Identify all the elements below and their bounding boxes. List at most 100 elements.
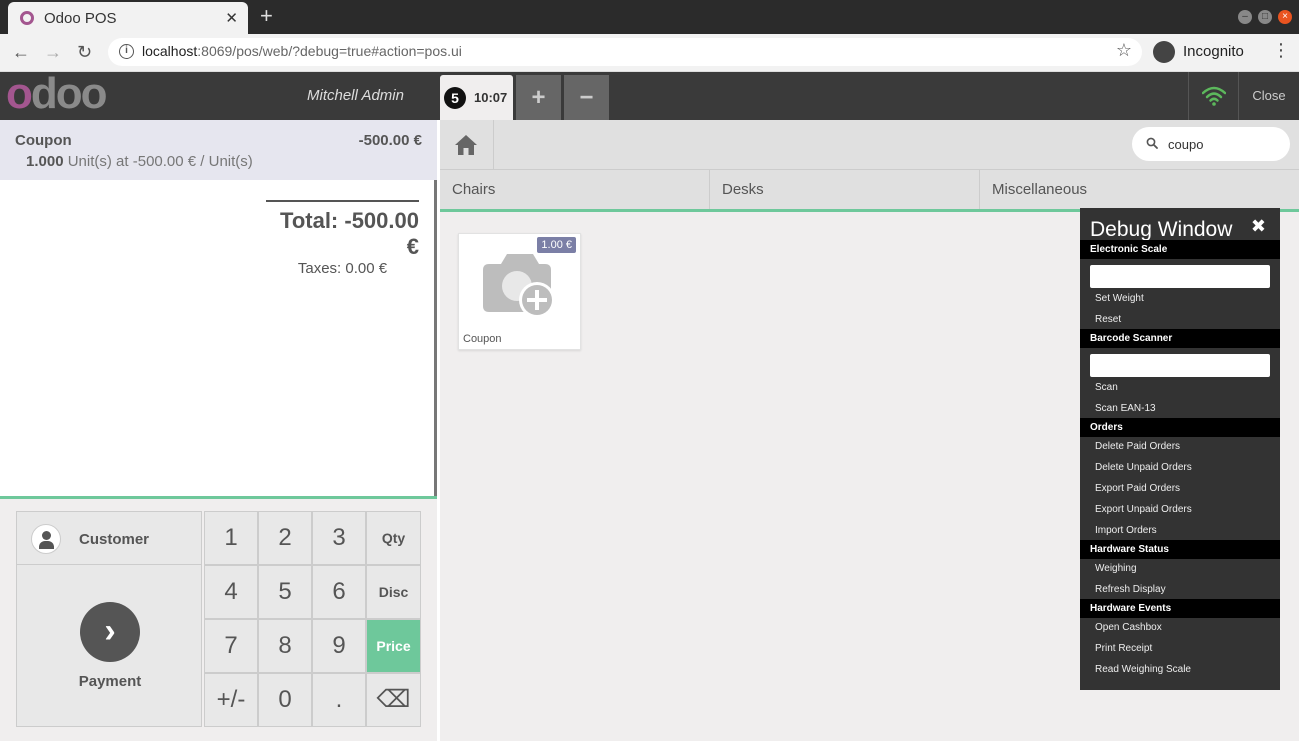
order-line-info: 1.000 Unit(s) at -500.00 € / Unit(s) bbox=[26, 153, 253, 170]
decimal-button[interactable]: . bbox=[312, 673, 366, 727]
product-search[interactable] bbox=[1132, 127, 1290, 161]
order-line-price: -500.00 € bbox=[358, 132, 422, 149]
wifi-icon bbox=[1202, 86, 1226, 106]
delete-order-button[interactable]: − bbox=[564, 75, 609, 120]
username: Mitchell Admin bbox=[307, 87, 404, 104]
order-summary: Total: -500.00 € Taxes: 0.00 € bbox=[266, 200, 419, 277]
reload-icon[interactable]: ↻ bbox=[77, 42, 92, 63]
browser-toolbar: ← → ↻ i localhost:8069/pos/web/?debug=tr… bbox=[0, 34, 1299, 72]
numpad-key-9[interactable]: 9 bbox=[312, 619, 366, 673]
customer-label: Customer bbox=[79, 531, 150, 548]
print-receipt-button[interactable]: Print Receipt bbox=[1095, 643, 1152, 654]
category-bar: Chairs Desks Miscellaneous bbox=[440, 170, 1299, 212]
read-weighing-scale-button[interactable]: Read Weighing Scale bbox=[1095, 664, 1191, 675]
section-electronic-scale: Electronic Scale bbox=[1080, 240, 1280, 259]
numpad-key-0[interactable]: 0 bbox=[258, 673, 312, 727]
weighing-status[interactable]: Weighing bbox=[1095, 563, 1137, 574]
tab-close-icon[interactable]: ✕ bbox=[225, 9, 238, 27]
search-icon bbox=[1146, 137, 1158, 149]
order-pane: Coupon -500.00 € 1.000 Unit(s) at -500.0… bbox=[0, 120, 437, 741]
numpad-key-2[interactable]: 2 bbox=[258, 511, 312, 565]
pos-header: odoo Mitchell Admin 5 10:07 + − Close bbox=[0, 72, 1299, 120]
odoo-favicon-icon bbox=[20, 11, 34, 25]
plus-minus-button[interactable]: +/- bbox=[204, 673, 258, 727]
order-time: 10:07 bbox=[474, 90, 508, 105]
order-line[interactable]: Coupon -500.00 € 1.000 Unit(s) at -500.0… bbox=[0, 120, 437, 180]
export-paid-orders-button[interactable]: Export Paid Orders bbox=[1095, 483, 1180, 494]
close-pos-button[interactable]: Close bbox=[1238, 72, 1299, 120]
order-total: Total: -500.00 € bbox=[280, 208, 419, 259]
import-orders-button[interactable]: Import Orders bbox=[1095, 525, 1157, 536]
reset-weight-button[interactable]: Reset bbox=[1095, 314, 1121, 325]
browser-tab[interactable]: Odoo POS ✕ bbox=[8, 2, 248, 34]
section-hardware-events: Hardware Events bbox=[1080, 599, 1280, 618]
product-price-tag: 1.00 € bbox=[537, 237, 576, 253]
home-category-button[interactable] bbox=[440, 120, 494, 169]
debug-title: Debug Window bbox=[1090, 218, 1233, 241]
numpad-key-4[interactable]: 4 bbox=[204, 565, 258, 619]
category-miscellaneous[interactable]: Miscellaneous bbox=[980, 170, 1299, 209]
camera-placeholder-icon bbox=[483, 254, 555, 318]
forward-icon[interactable]: → bbox=[44, 42, 62, 63]
new-tab-button[interactable]: + bbox=[260, 5, 273, 27]
home-icon bbox=[455, 135, 477, 155]
price-mode-button[interactable]: Price bbox=[366, 619, 421, 673]
qty-mode-button[interactable]: Qty bbox=[366, 511, 421, 565]
search-input[interactable] bbox=[1168, 134, 1278, 154]
section-orders: Orders bbox=[1080, 418, 1280, 437]
site-info-icon[interactable]: i bbox=[119, 44, 134, 59]
incognito-label: Incognito bbox=[1183, 43, 1244, 60]
refresh-display-button[interactable]: Refresh Display bbox=[1095, 584, 1166, 595]
disc-mode-button[interactable]: Disc bbox=[366, 565, 421, 619]
section-hardware-status: Hardware Status bbox=[1080, 540, 1280, 559]
set-weight-button[interactable]: Set Weight bbox=[1095, 293, 1144, 304]
delete-unpaid-orders-button[interactable]: Delete Unpaid Orders bbox=[1095, 462, 1192, 473]
control-panel: Customer › Payment 1 2 3 Qty 4 5 6 Disc … bbox=[0, 496, 437, 741]
bookmark-star-icon[interactable]: ☆ bbox=[1116, 40, 1132, 61]
barcode-input[interactable] bbox=[1090, 354, 1270, 377]
customer-button[interactable]: Customer bbox=[16, 511, 202, 565]
close-icon[interactable]: ✖ bbox=[1251, 216, 1266, 237]
scan-ean13-button[interactable]: Scan EAN-13 bbox=[1095, 403, 1156, 414]
product-card[interactable]: 1.00 € Coupon bbox=[458, 233, 581, 350]
order-taxes: Taxes: 0.00 € bbox=[297, 260, 388, 277]
payment-button[interactable]: › Payment bbox=[16, 565, 202, 727]
numpad-key-8[interactable]: 8 bbox=[258, 619, 312, 673]
back-icon[interactable]: ← bbox=[12, 42, 30, 63]
order-line-product: Coupon bbox=[15, 132, 72, 149]
payment-label: Payment bbox=[78, 673, 142, 690]
window-close-button[interactable]: × bbox=[1278, 10, 1292, 24]
category-chairs[interactable]: Chairs bbox=[440, 170, 710, 209]
odoo-logo: odoo bbox=[6, 69, 108, 118]
browser-tabstrip: Odoo POS ✕ + – □ × bbox=[0, 0, 1299, 34]
weight-input[interactable] bbox=[1090, 265, 1270, 288]
open-cashbox-button[interactable]: Open Cashbox bbox=[1095, 622, 1162, 633]
numpad-key-1[interactable]: 1 bbox=[204, 511, 258, 565]
address-bar[interactable]: i localhost:8069/pos/web/?debug=true#act… bbox=[108, 38, 1142, 66]
debug-window: Debug Window ✖ Electronic Scale Set Weig… bbox=[1080, 208, 1280, 690]
numpad-key-3[interactable]: 3 bbox=[312, 511, 366, 565]
proxy-status[interactable] bbox=[1188, 72, 1238, 120]
window-minimize-button[interactable]: – bbox=[1238, 10, 1252, 24]
export-unpaid-orders-button[interactable]: Export Unpaid Orders bbox=[1095, 504, 1192, 515]
numpad: 1 2 3 Qty 4 5 6 Disc 7 8 9 Price +/- 0 .… bbox=[204, 511, 421, 727]
window-maximize-button[interactable]: □ bbox=[1258, 10, 1272, 24]
chevron-right-icon: › bbox=[80, 602, 140, 662]
numpad-key-7[interactable]: 7 bbox=[204, 619, 258, 673]
numpad-key-6[interactable]: 6 bbox=[312, 565, 366, 619]
category-desks[interactable]: Desks bbox=[710, 170, 980, 209]
scan-button[interactable]: Scan bbox=[1095, 382, 1118, 393]
url-text: localhost:8069/pos/web/?debug=true#actio… bbox=[142, 43, 462, 59]
order-tab[interactable]: 5 10:07 bbox=[440, 75, 513, 120]
products-topbar bbox=[440, 120, 1299, 170]
delete-paid-orders-button[interactable]: Delete Paid Orders bbox=[1095, 441, 1180, 452]
product-name: Coupon bbox=[463, 333, 502, 345]
backspace-icon[interactable]: ⌫ bbox=[366, 673, 421, 727]
tab-title: Odoo POS bbox=[44, 10, 117, 27]
numpad-key-5[interactable]: 5 bbox=[258, 565, 312, 619]
order-number-badge: 5 bbox=[444, 87, 466, 109]
browser-menu-icon[interactable]: ⋮ bbox=[1272, 40, 1290, 61]
new-order-button[interactable]: + bbox=[516, 75, 561, 120]
incognito-icon bbox=[1153, 41, 1175, 63]
user-icon bbox=[31, 524, 61, 554]
